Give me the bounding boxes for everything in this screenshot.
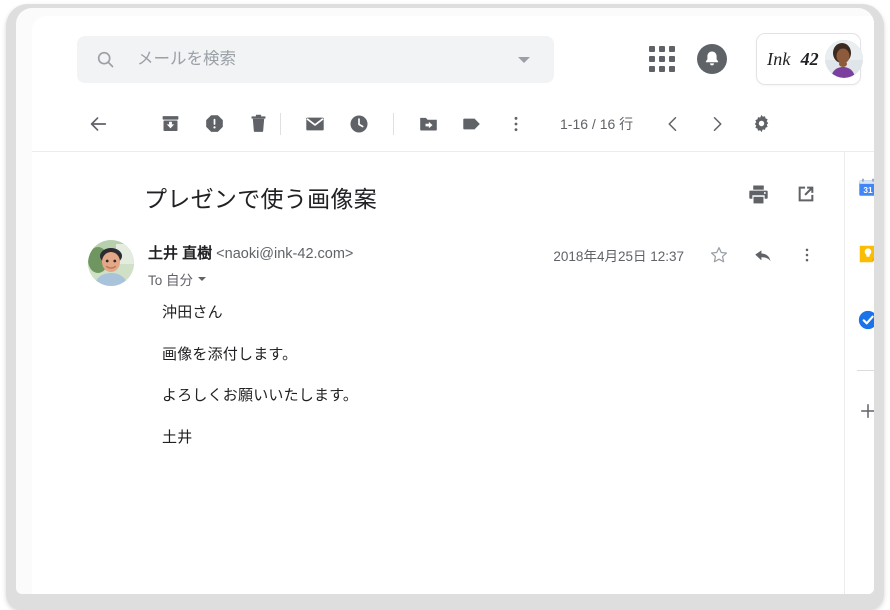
- google-tasks-icon: [858, 310, 874, 330]
- body-line: よろしくお願いいたします。: [162, 387, 359, 404]
- window-bezel-inner: Ink 42: [16, 8, 874, 594]
- window-bezel: Ink 42: [6, 4, 884, 610]
- bell-icon[interactable]: [695, 42, 729, 76]
- sender-meta: 土井 直樹 <naoki@ink-42.com> To 自分: [148, 240, 353, 289]
- next-page-button[interactable]: [695, 102, 739, 146]
- report-spam-icon: [205, 115, 223, 132]
- avatar[interactable]: [88, 240, 134, 286]
- brand-name-secondary: 42: [800, 48, 819, 69]
- back-button[interactable]: [76, 102, 120, 146]
- snooze-button[interactable]: [337, 102, 381, 146]
- label-tag-icon: [463, 118, 480, 129]
- chevron-down-icon[interactable]: [518, 56, 530, 63]
- chevron-left-icon: [668, 116, 677, 131]
- account-chip[interactable]: Ink 42: [756, 33, 863, 85]
- gear-icon: [754, 114, 768, 133]
- more-vertical-icon: [514, 116, 518, 131]
- sidebar-item-tasks[interactable]: [848, 300, 874, 340]
- message-more-button[interactable]: [792, 240, 822, 270]
- chevron-right-icon: [713, 116, 722, 131]
- body-line: 画像を添付します。: [162, 345, 298, 363]
- add-addon-button[interactable]: [848, 391, 874, 431]
- archive-icon: [162, 116, 178, 131]
- body-line: 沖田さん: [162, 304, 223, 321]
- toolbar-divider: [280, 112, 281, 135]
- toolbar-divider: [393, 112, 394, 135]
- sender-name: 土井 直樹: [148, 245, 213, 262]
- sender-row: 土井 直樹 <naoki@ink-42.com> To 自分 2018年4月25日…: [32, 240, 844, 289]
- sidebar-item-calendar[interactable]: 31: [848, 168, 874, 208]
- recipient-label: To 自分: [148, 273, 194, 288]
- avatar[interactable]: [824, 40, 863, 78]
- search-icon: [97, 51, 114, 68]
- arrow-back-icon: [90, 116, 107, 131]
- settings-button[interactable]: [739, 102, 783, 146]
- body-line: 土井: [162, 428, 193, 446]
- trash-icon: [251, 114, 265, 132]
- more-vertical-icon: [805, 248, 809, 262]
- open-in-new-window-button[interactable]: [788, 176, 824, 212]
- prev-page-button[interactable]: [651, 102, 695, 146]
- app-screen: Ink 42: [32, 16, 874, 594]
- plus-icon: [860, 404, 874, 418]
- top-bar: Ink 42: [32, 16, 874, 96]
- delete-button[interactable]: [236, 102, 280, 146]
- more-options-button[interactable]: [494, 102, 538, 146]
- sender-line: 土井 直樹 <naoki@ink-42.com>: [148, 242, 353, 263]
- subject-actions: [740, 176, 824, 212]
- open-in-new-icon: [798, 186, 814, 202]
- mark-unread-envelope-icon: [306, 117, 324, 130]
- mark-unread-button[interactable]: [293, 102, 337, 146]
- right-sidebar: 31: [844, 152, 874, 594]
- device-frame: Ink 42: [0, 0, 890, 610]
- sender-email: <naoki@ink-42.com>: [216, 246, 354, 262]
- search-box[interactable]: [77, 36, 554, 83]
- reply-button[interactable]: [748, 240, 778, 270]
- move-to-button[interactable]: [406, 102, 450, 146]
- google-keep-icon: [859, 245, 874, 263]
- chevron-down-icon[interactable]: [198, 277, 207, 281]
- google-calendar-icon: 31: [858, 178, 874, 196]
- recipient-row[interactable]: To 自分: [148, 269, 353, 289]
- message-toolbar: 1-16 / 16 行: [32, 96, 874, 152]
- reply-arrow-icon: [754, 249, 770, 261]
- message-actions: 2018年4月25日 12:37: [553, 240, 822, 270]
- apps-grid-icon[interactable]: [649, 46, 675, 72]
- clock-snooze-icon: [350, 114, 368, 133]
- message-timestamp: 2018年4月25日 12:37: [553, 249, 684, 264]
- printer-icon: [748, 184, 768, 203]
- star-outline-icon: [710, 247, 728, 263]
- sidebar-item-keep[interactable]: [848, 234, 874, 274]
- page-title: プレゼンで使う画像案: [144, 186, 377, 212]
- star-button[interactable]: [704, 240, 734, 270]
- search-input[interactable]: [137, 50, 518, 69]
- brand-name-primary: Ink: [767, 48, 791, 69]
- pagination-count: 1-16 / 16 行: [560, 115, 634, 132]
- print-button[interactable]: [740, 176, 776, 212]
- subject-row: プレゼンで使う画像案: [32, 172, 844, 222]
- move-to-folder-icon: [419, 117, 437, 131]
- report-spam-button[interactable]: [192, 102, 236, 146]
- archive-button[interactable]: [148, 102, 192, 146]
- sidebar-divider: [856, 370, 874, 371]
- calendar-day-label: 31: [863, 186, 873, 195]
- message-pane: プレゼンで使う画像案 土井 直樹 <naoki@ink-42.com> To 自…: [32, 152, 844, 594]
- message-body: 沖田さん 画像を添付します。 よろしくお願いいたします。 土井: [162, 302, 782, 468]
- label-button[interactable]: [450, 102, 494, 146]
